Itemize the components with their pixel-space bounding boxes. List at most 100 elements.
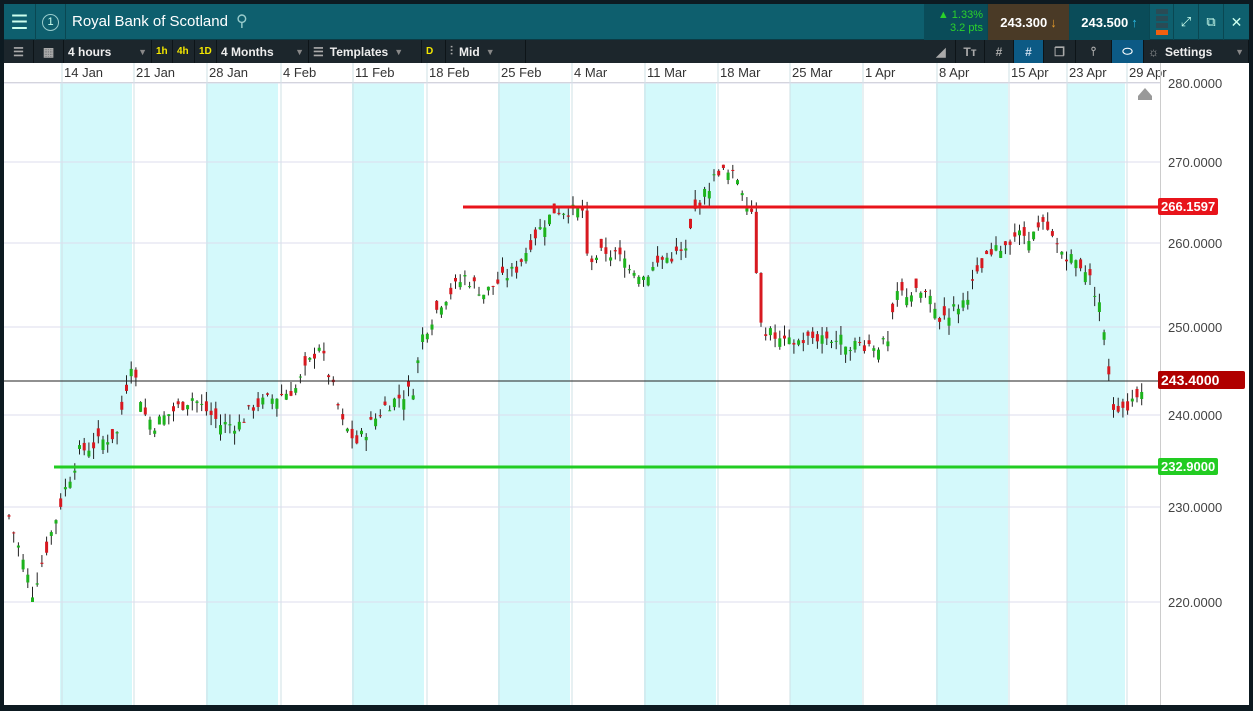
layers-icon[interactable]: ❐ [1044, 40, 1076, 63]
candle-up [994, 245, 998, 251]
candle-down [858, 341, 862, 343]
window-number-badge[interactable]: 1 [36, 4, 66, 40]
candle-down [815, 334, 819, 342]
candle-up [106, 442, 110, 445]
templates-label: Templates [329, 44, 389, 59]
candle-up [219, 425, 222, 435]
candle-up [1130, 398, 1134, 402]
candle-down [1065, 259, 1068, 262]
sell-price: 243.300 [1000, 14, 1048, 30]
close-icon[interactable]: ✕ [1224, 4, 1249, 40]
candle-down [618, 247, 622, 255]
chart-toolbar: ☰ ▦ 4 hours ▼ 1h 4h 1D 4 Months ▼ ☰ Templat… [4, 40, 1249, 63]
x-tick-label: 18 Feb [429, 65, 469, 80]
buy-price: 243.500 [1081, 14, 1129, 30]
y-tick-label: 220.0000 [1168, 595, 1222, 610]
candle-up [129, 368, 133, 377]
candle-up [402, 399, 406, 410]
candle-down [585, 210, 589, 254]
chevron-down-icon: ▼ [394, 46, 404, 57]
candle-up [162, 415, 166, 425]
candle-down [120, 401, 124, 410]
x-tick-label: 28 Jan [209, 65, 248, 80]
candle-down [472, 277, 476, 282]
x-tick-label: 25 Feb [501, 65, 541, 80]
chart-canvas[interactable]: 14 Jan 21 Jan 28 Jan 4 Feb 11 Feb 18 Feb 25 Fe… [4, 63, 1249, 705]
candle-up [1097, 302, 1101, 312]
candle-up [778, 338, 782, 347]
candle-down [599, 238, 603, 248]
candle-down [1055, 243, 1059, 245]
candle-down [613, 250, 617, 252]
daily-button[interactable]: D [422, 40, 446, 63]
x-tick-label: 1 Apr [865, 65, 896, 80]
candle-down [289, 390, 293, 396]
x-tick-label: 29 Apr [1129, 65, 1167, 80]
candle-up [952, 304, 956, 307]
candle-down [45, 541, 49, 553]
candle-down [176, 401, 180, 405]
crosshair-icon[interactable]: ⫯ [1076, 40, 1112, 63]
expand-icon[interactable]: ⤢ [1174, 4, 1199, 40]
candle-up [576, 207, 580, 218]
candle-up [623, 258, 627, 268]
candle-down [515, 266, 519, 273]
candle-up [712, 174, 716, 176]
tag-icon[interactable]: ⬭ [1112, 40, 1144, 63]
candle-down [717, 170, 721, 176]
text-icon[interactable]: Tт [956, 40, 985, 63]
chevron-down-icon: ▼ [485, 46, 495, 57]
candle-up [1083, 272, 1087, 283]
range-select[interactable]: 4 Months ▼ [217, 40, 309, 63]
candle-down [96, 428, 100, 437]
candle-up [78, 445, 81, 449]
scroll-home-icon [1138, 88, 1152, 100]
price-change: ▲ 1.33% 3.2 pts [924, 4, 988, 40]
list-icon[interactable]: ☰ [4, 40, 34, 63]
candle-down [900, 282, 904, 291]
sell-button[interactable]: 243.300 ↓ [988, 4, 1070, 40]
candlestick-icon: ⫶ [450, 44, 454, 58]
candle-down [341, 414, 345, 420]
candle-down [204, 401, 208, 412]
interval-1h-button[interactable]: 1h [152, 40, 173, 63]
candle-up [933, 308, 937, 319]
grid-icon[interactable]: # [985, 40, 1014, 63]
settings-button[interactable]: ☼ Settings ▼ [1144, 40, 1249, 63]
candle-down [891, 303, 895, 313]
price-chart[interactable]: 14 Jan 21 Jan 28 Jan 4 Feb 11 Feb 18 Feb 25 Fe… [4, 63, 1249, 705]
candle-down [327, 375, 331, 378]
x-tick-label: 8 Apr [939, 65, 970, 80]
candle-up [684, 248, 688, 251]
templates-button[interactable]: ☰ Templates ▼ [309, 40, 422, 63]
layout-icon[interactable]: ▦ [34, 40, 64, 63]
week-shade [936, 83, 1008, 705]
draw-line-icon[interactable]: ◢ [927, 40, 956, 63]
candle-down [1121, 401, 1125, 408]
snap-grid-icon[interactable]: # [1014, 40, 1044, 63]
candle-down [369, 417, 373, 420]
candle-up [190, 398, 194, 401]
candle-up [430, 324, 434, 330]
current-price-label: 243.4000 [1158, 371, 1245, 389]
settings-label: Settings [1165, 44, 1213, 59]
candle-up [637, 276, 641, 284]
candle-up [345, 428, 349, 432]
candle-down [82, 442, 86, 451]
candle-up [21, 559, 25, 570]
candle-up [167, 414, 171, 417]
search-icon[interactable]: ⚲ [236, 11, 248, 31]
menu-icon[interactable]: ☰ [4, 4, 36, 40]
candle-down [1013, 232, 1017, 237]
candle-up [317, 347, 321, 351]
candle-down [1050, 231, 1054, 236]
interval-4h-button[interactable]: 4h [173, 40, 195, 63]
buy-button[interactable]: 243.500 ↑ [1070, 4, 1150, 40]
instrument-title[interactable]: Royal Bank of Scotland [72, 13, 228, 30]
candle-down [1088, 269, 1092, 276]
interval-select[interactable]: 4 hours ▼ [64, 40, 152, 63]
interval-1d-button[interactable]: 1D [195, 40, 217, 63]
x-tick-label: 23 Apr [1069, 65, 1107, 80]
popout-icon[interactable]: ⧉ [1199, 4, 1224, 40]
price-type-select[interactable]: ⫶ Mid ▼ [446, 40, 526, 63]
